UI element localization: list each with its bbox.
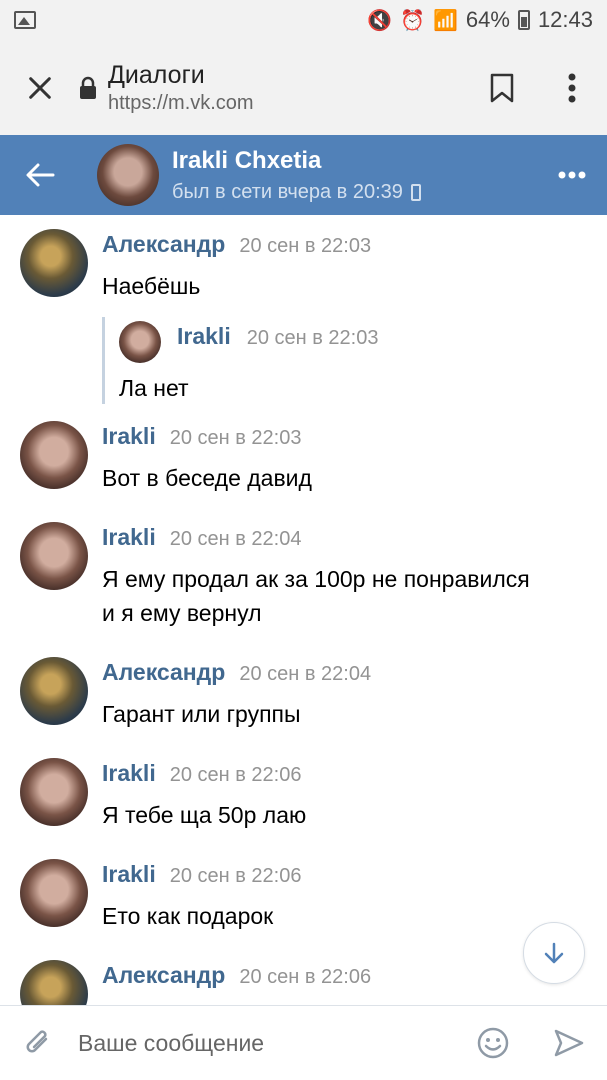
message-text-line: Я ему продал ак за 100р не понравился bbox=[102, 566, 530, 592]
avatar[interactable] bbox=[20, 229, 88, 297]
contact-status: был в сети вчера в 20:39 bbox=[172, 181, 537, 204]
gallery-notification-icon bbox=[14, 11, 36, 29]
message-time: 20 сен в 22:06 bbox=[239, 966, 372, 988]
scroll-to-bottom-button[interactable] bbox=[523, 922, 585, 984]
message-list[interactable]: Александр 20 сен в 22:03 Наебёшь Irakli … bbox=[0, 215, 607, 1005]
contact-avatar[interactable] bbox=[97, 144, 159, 206]
message-text: Вот в беседе давид bbox=[102, 465, 312, 491]
message-time: 20 сен в 22:06 bbox=[169, 865, 302, 887]
back-button[interactable] bbox=[0, 135, 80, 215]
forwarded-message-header: Irakli 20 сен в 22:03 bbox=[177, 323, 378, 350]
message-author[interactable]: Irakli bbox=[102, 861, 156, 888]
avatar bbox=[119, 321, 161, 363]
forwarded-message[interactable]: Irakli 20 сен в 22:03 Ла нет bbox=[102, 317, 402, 404]
wifi-icon: 📶 bbox=[432, 9, 458, 32]
message-header: Александр 20 сен в 22:04 bbox=[102, 659, 371, 686]
battery-percent: 64% bbox=[465, 7, 510, 32]
message-header: Irakli 20 сен в 22:06 bbox=[102, 760, 301, 787]
paperclip-icon bbox=[26, 1030, 48, 1053]
contact-info[interactable]: Irakli Chxetia был в сети вчера в 20:39 bbox=[172, 147, 537, 204]
message-text: Наебёшь bbox=[102, 273, 201, 299]
alarm-icon: ⏰ bbox=[400, 9, 425, 32]
message-time: 20 сен в 22:06 bbox=[169, 764, 302, 786]
avatar[interactable] bbox=[20, 657, 88, 725]
status-bar: 🔇 ⏰ 📶 64% 12:43 bbox=[0, 0, 607, 40]
send-button[interactable] bbox=[531, 1006, 607, 1080]
last-seen-text: был в сети вчера в 20:39 bbox=[172, 180, 403, 203]
message-header: Александр 20 сен в 22:06 bbox=[102, 962, 371, 989]
send-icon bbox=[554, 1029, 584, 1057]
message-author[interactable]: Irakli bbox=[102, 524, 156, 551]
status-indicators: 🔇 ⏰ 📶 64% 12:43 bbox=[367, 7, 593, 33]
avatar[interactable] bbox=[20, 421, 88, 489]
more-vertical-icon bbox=[568, 73, 576, 102]
message-author[interactable]: Irakli bbox=[102, 760, 156, 787]
message-time: 20 сен в 22:04 bbox=[169, 528, 302, 550]
message-header: Irakli 20 сен в 22:03 bbox=[102, 423, 301, 450]
message-header: Irakli 20 сен в 22:06 bbox=[102, 861, 301, 888]
message-composer bbox=[0, 1005, 607, 1080]
attach-button[interactable] bbox=[0, 1006, 78, 1080]
message-time: 20 сен в 22:04 bbox=[239, 663, 372, 685]
message-author[interactable]: Александр bbox=[102, 962, 225, 989]
message-author[interactable]: Александр bbox=[102, 659, 225, 686]
message-text: Ето как подарок bbox=[102, 903, 274, 929]
message-time: 20 сен в 22:03 bbox=[169, 427, 302, 449]
forwarded-text: Ла нет bbox=[119, 375, 189, 401]
chat-menu-button[interactable] bbox=[537, 135, 607, 215]
contact-name: Irakli Chxetia bbox=[172, 146, 322, 174]
mute-icon: 🔇 bbox=[367, 9, 393, 32]
emoji-button[interactable] bbox=[455, 1006, 531, 1080]
message-input[interactable] bbox=[78, 1029, 455, 1057]
forwarded-author[interactable]: Irakli bbox=[177, 323, 231, 350]
forwarded-time: 20 сен в 22:03 bbox=[246, 327, 379, 349]
message-author[interactable]: Александр bbox=[102, 231, 225, 258]
message-header: Александр 20 сен в 22:03 bbox=[102, 231, 371, 258]
page-url: https://m.vk.com bbox=[108, 91, 254, 114]
avatar[interactable] bbox=[20, 859, 88, 927]
avatar[interactable] bbox=[20, 758, 88, 826]
mobile-phone-icon bbox=[410, 183, 421, 201]
message-text: Я ему продал ак за 100р не понравился и … bbox=[102, 562, 582, 630]
bookmark-button[interactable] bbox=[467, 40, 537, 135]
avatar[interactable] bbox=[20, 522, 88, 590]
clock: 12:43 bbox=[537, 7, 593, 32]
message-time: 20 сен в 22:03 bbox=[239, 235, 372, 257]
arrow-left-icon bbox=[26, 163, 55, 187]
message-text: Гарант или группы bbox=[102, 701, 301, 727]
browser-toolbar: Диалоги https://m.vk.com bbox=[0, 40, 607, 135]
more-horizontal-icon bbox=[558, 171, 586, 179]
chat-header: Irakli Chxetia был в сети вчера в 20:39 bbox=[0, 135, 607, 215]
lock-icon bbox=[68, 76, 108, 100]
battery-icon bbox=[517, 10, 530, 30]
message-author[interactable]: Irakli bbox=[102, 423, 156, 450]
smile-icon bbox=[477, 1027, 509, 1059]
close-icon bbox=[29, 76, 51, 99]
arrow-down-icon bbox=[544, 942, 564, 964]
message-text-line: и я ему вернул bbox=[102, 600, 262, 626]
message-text: Я тебе ща 50р лаю bbox=[102, 802, 307, 828]
address-bar[interactable]: Диалоги https://m.vk.com bbox=[108, 61, 467, 115]
avatar[interactable] bbox=[20, 960, 88, 1005]
page-title: Диалоги bbox=[108, 60, 205, 89]
bookmark-icon bbox=[490, 73, 514, 102]
browser-menu-button[interactable] bbox=[537, 40, 607, 135]
message-header: Irakli 20 сен в 22:04 bbox=[102, 524, 301, 551]
